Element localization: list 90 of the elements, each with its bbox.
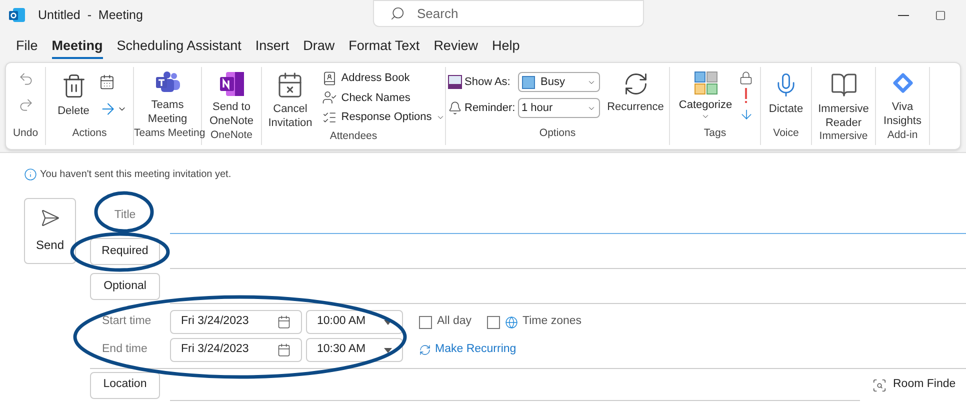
option-label: Reminder:: [464, 100, 514, 116]
send-icon: [40, 208, 60, 228]
group-label: Add-in: [886, 128, 919, 143]
menu-tab[interactable]: Review: [434, 32, 478, 60]
caret-icon: [384, 348, 392, 352]
calendar-icon: [98, 74, 114, 90]
book-icon: [830, 71, 858, 99]
ribbon-button[interactable]: Recurrence: [604, 69, 668, 114]
menu-tab[interactable]: Format Text: [348, 32, 420, 60]
ribbon-button[interactable]: Response Options: [322, 109, 445, 126]
teams-logo-icon: [154, 71, 180, 95]
address-book-icon: [322, 70, 338, 86]
location-button[interactable]: Location: [90, 372, 160, 398]
window-title: Untitled - Meeting: [38, 6, 143, 24]
caret-icon: [384, 320, 392, 324]
ribbon-button[interactable]: Immersive Reader: [812, 69, 874, 130]
checkbox[interactable]: [486, 316, 500, 328]
group-label: Options: [538, 126, 577, 142]
info-icon: [24, 168, 37, 181]
cycle-icon: [419, 344, 431, 356]
exclamation-icon: [744, 88, 748, 104]
ribbon-button[interactable]: Cancel Invitation: [262, 69, 318, 130]
group-label: Undo: [12, 126, 40, 142]
calendar-icon: [277, 315, 291, 329]
room-finder-button[interactable]: Room Finde: [872, 376, 956, 394]
ribbon-button[interactable]: Check Names: [322, 90, 445, 106]
maximize-icon: [935, 10, 946, 20]
calendar-cancel-icon: [276, 71, 304, 99]
menu-tab[interactable]: File: [16, 32, 38, 60]
minimize-button[interactable]: [898, 14, 909, 16]
category-squares-icon: [694, 71, 718, 95]
dropdown[interactable]: 1 hour: [518, 98, 600, 118]
attendee-button[interactable]: Optional: [90, 273, 160, 300]
search-field[interactable]: Search: [373, 0, 644, 27]
lock-icon: [739, 71, 753, 85]
group-label: Tags: [702, 126, 728, 142]
search-icon: [390, 6, 405, 21]
group-label: Attendees: [328, 129, 378, 144]
group-label: OneNote: [209, 128, 254, 143]
ribbon-button[interactable]: Send to OneNote: [202, 69, 260, 128]
minimize-icon: [898, 14, 909, 16]
list-icon: [322, 110, 338, 125]
redo-icon: [18, 97, 34, 113]
menu-tab[interactable]: Draw: [303, 32, 335, 60]
onenote-logo-icon: [218, 71, 244, 97]
ribbon-button[interactable]: Viva Insights: [878, 69, 928, 128]
make-recurring-link[interactable]: Make Recurring: [419, 341, 516, 359]
checkbox-label: Time zones: [522, 314, 582, 330]
undo-icon: [18, 71, 34, 87]
ribbon-button[interactable]: Delete: [52, 69, 94, 118]
ribbon-button[interactable]: Categorize: [676, 69, 734, 121]
group-label: Voice: [772, 126, 800, 142]
time-label: End time: [101, 342, 148, 358]
ribbon-button[interactable]: Dictate: [762, 69, 810, 116]
menu-tab[interactable]: Help: [492, 32, 520, 60]
title-label: Title: [113, 208, 137, 224]
group-label: Immersive: [818, 129, 869, 144]
people-check-icon: [322, 90, 338, 106]
dropdown[interactable]: Busy: [518, 72, 600, 92]
high-importance-button[interactable]: [744, 88, 748, 104]
group-label: Actions: [71, 126, 108, 142]
send-button[interactable]: Send: [24, 198, 76, 264]
attendee-button[interactable]: Required: [90, 238, 160, 265]
redo-button[interactable]: [18, 97, 34, 113]
room-search-icon: [872, 378, 887, 392]
time-dropdown[interactable]: 10:00 AM: [306, 310, 403, 334]
maximize-button[interactable]: [935, 10, 946, 20]
app-logo-icon: [9, 7, 25, 23]
menu-tab[interactable]: Scheduling Assistant: [116, 32, 242, 60]
bell-icon: [448, 101, 462, 115]
menu-tab[interactable]: Insert: [255, 32, 290, 60]
checkbox[interactable]: [419, 316, 432, 328]
show-as-icon: [448, 75, 462, 89]
option-label: Show As:: [464, 74, 512, 90]
time-dropdown[interactable]: 10:30 AM: [306, 338, 403, 362]
undo-button[interactable]: [18, 71, 34, 87]
time-label: Start time: [101, 314, 152, 330]
date-field[interactable]: Fri 3/24/2023: [170, 338, 302, 362]
private-button[interactable]: [739, 71, 753, 85]
date-field[interactable]: Fri 3/24/2023: [170, 310, 302, 334]
ribbon-button[interactable]: Teams Meeting: [138, 69, 198, 126]
checkbox-label: All day: [437, 314, 472, 330]
caret-icon: [701, 112, 710, 121]
notice-text: You haven't sent this meeting invitation yet.: [40, 168, 232, 182]
globe-icon: [504, 316, 518, 328]
cycle-icon: [622, 71, 648, 97]
busy-swatch-icon: [522, 76, 534, 88]
calendar-icon: [277, 343, 291, 357]
menu-tab[interactable]: Meeting: [52, 32, 103, 60]
ribbon-button[interactable]: Address Book: [322, 70, 445, 86]
